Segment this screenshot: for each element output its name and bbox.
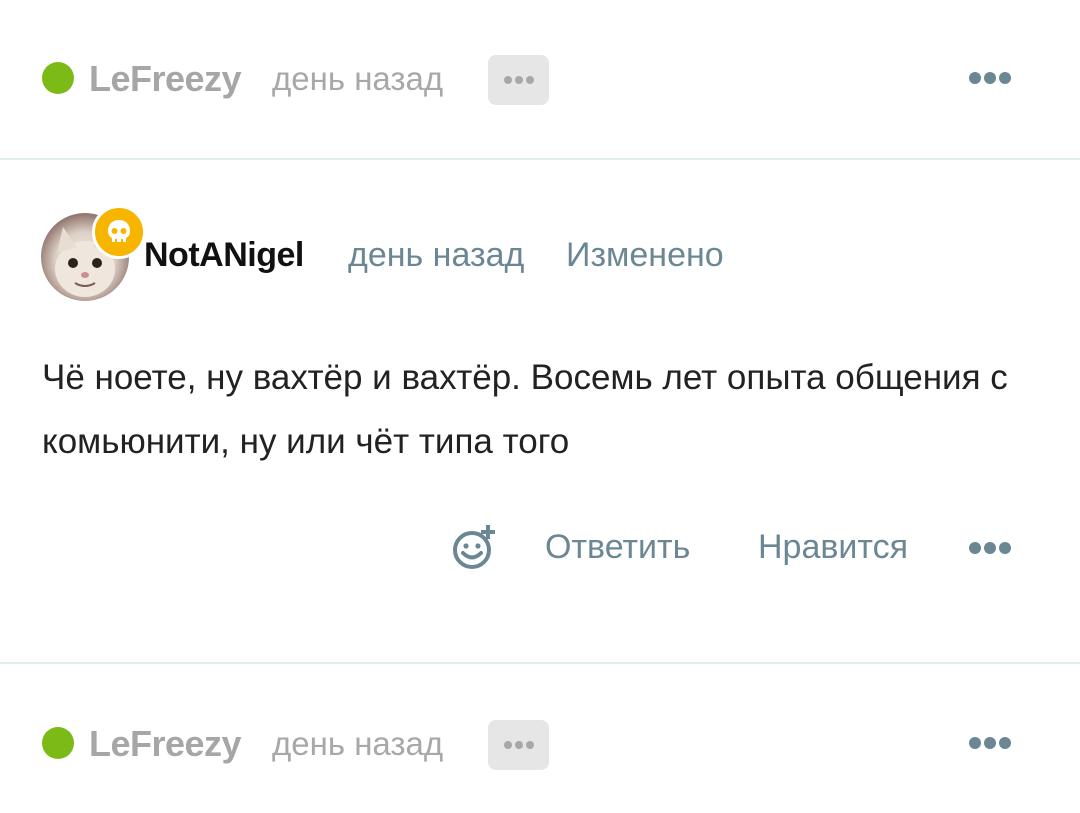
comment-body: Чё ноете, ну вахтёр и вахтёр. Восемь лет… xyxy=(42,358,1008,461)
add-emoji-icon xyxy=(453,525,495,569)
more-dots-icon xyxy=(969,542,1011,554)
online-status-dot xyxy=(42,62,74,94)
comment-time: день назад xyxy=(272,60,444,97)
add-reaction-button[interactable] xyxy=(450,522,500,572)
comment-author[interactable]: NotANigel xyxy=(144,236,304,275)
comment-time: день назад xyxy=(272,725,444,762)
comment-username[interactable]: LeFreezy xyxy=(89,58,242,100)
edited-label: Изменено xyxy=(566,236,724,274)
expand-comment-button[interactable] xyxy=(488,720,549,770)
online-status-dot xyxy=(42,727,74,759)
comment-divider xyxy=(0,662,1080,664)
more-options-button[interactable] xyxy=(966,723,1014,763)
comment-time[interactable]: день назад xyxy=(348,236,524,275)
more-dots-icon xyxy=(969,72,1011,84)
collapsed-comment[interactable]: LeFreezy день назад xyxy=(0,48,1080,108)
reply-button[interactable]: Ответить xyxy=(545,528,690,567)
ellipsis-icon xyxy=(503,741,534,749)
collapsed-comment[interactable]: LeFreezy день назад xyxy=(0,713,1080,773)
more-dots-icon xyxy=(969,737,1011,749)
ellipsis-icon xyxy=(503,76,534,84)
more-options-button[interactable] xyxy=(966,528,1014,568)
like-button[interactable]: Нравится xyxy=(758,528,908,567)
skull-badge xyxy=(92,205,146,259)
comment-username[interactable]: LeFreezy xyxy=(89,723,242,765)
skull-icon xyxy=(108,220,130,242)
comment-divider xyxy=(0,158,1080,160)
comment-actions: Ответить Нравится xyxy=(0,520,1080,576)
more-options-button[interactable] xyxy=(966,58,1014,98)
expand-comment-button[interactable] xyxy=(488,55,549,105)
